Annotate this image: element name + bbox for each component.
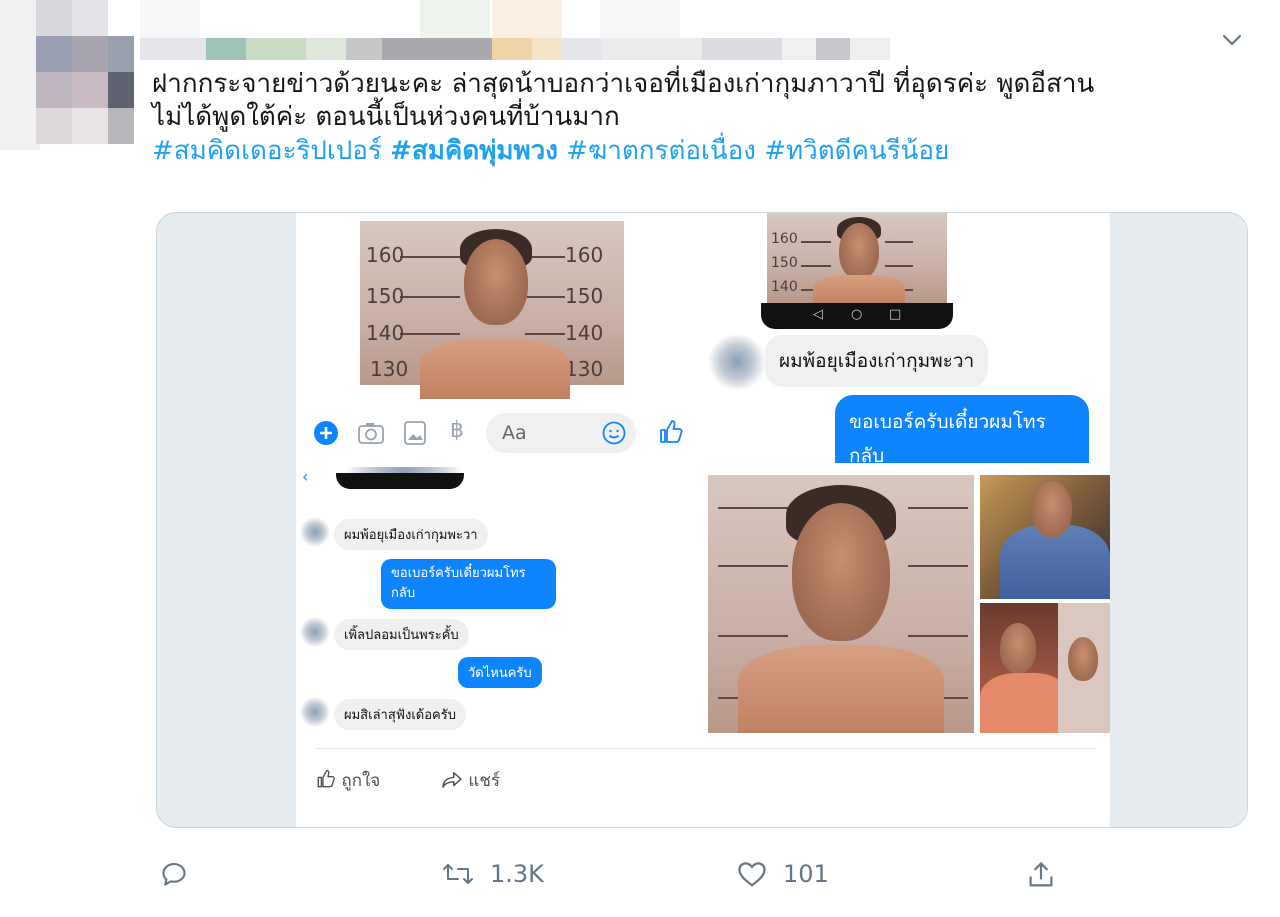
message-input[interactable]: Aa bbox=[486, 413, 636, 453]
phone-nav-bar: ◁ ○ □ bbox=[761, 303, 953, 329]
tweet-text: ฝากกระจายข่าวด้วยนะคะ ล่าสุดน้าบอกว่าเจอ… bbox=[152, 68, 1252, 168]
height-scale-label: 160 bbox=[366, 243, 405, 267]
facebook-like-button[interactable]: ถูกใจ bbox=[316, 767, 380, 794]
mugshot-photo: 160 150 140 130 160 150 140 130 bbox=[360, 221, 624, 399]
reply-button[interactable] bbox=[160, 860, 204, 888]
panel-chat-log: ‹ ผมพ้อยุเมืองเก่ากุมพะวา ขอเบอร์ครับเดี… bbox=[296, 467, 704, 733]
large-mugshot-photo bbox=[708, 475, 974, 733]
thumbs-up-icon[interactable] bbox=[658, 419, 684, 445]
phone-mugshot-photo: 160 150 140 bbox=[767, 213, 947, 305]
like-count: 101 bbox=[783, 860, 829, 888]
chat-message: ขอเบอร์ครับเดี๋ยวผมโทร กลับ bbox=[381, 559, 556, 609]
chat-message: ผมพ้อยุเมืองเก่ากุมพะวา bbox=[334, 519, 488, 550]
panel-large-mugshot bbox=[708, 475, 974, 733]
chat-message: ผมสิเล่าสุฟังเด้อครับ bbox=[334, 699, 466, 730]
image-icon[interactable] bbox=[404, 421, 426, 445]
share-upload-icon bbox=[1029, 862, 1053, 887]
like-button[interactable]: 101 bbox=[737, 860, 829, 888]
height-scale-label: 140 bbox=[366, 321, 405, 345]
camera-icon[interactable] bbox=[358, 422, 384, 444]
hashtag-list: #สมคิดเดอะริปเปอร์ #สมคิดพุ่มพวง #ฆาตกรต… bbox=[152, 135, 1252, 168]
messenger-composer: ฿ Aa bbox=[296, 403, 701, 463]
baht-payment-icon[interactable]: ฿ bbox=[450, 418, 464, 443]
plus-icon[interactable] bbox=[314, 421, 338, 445]
chat-message-incoming: ผมพ้อยุเมืองเก่ากุมพะวา bbox=[765, 335, 989, 387]
panel-chat-phone: 160 150 140 ◁ ○ □ ผมพ้อยุเมืองเก่ากุมพะว… bbox=[705, 213, 1110, 463]
height-scale-label: 130 bbox=[565, 357, 604, 381]
height-scale-label: 150 bbox=[366, 284, 405, 308]
tweet-text-line-1: ฝากกระจายข่าวด้วยนะคะ ล่าสุดน้าบอกว่าเจอ… bbox=[152, 69, 1095, 99]
facebook-share-label: แชร์ bbox=[468, 771, 501, 791]
height-scale-label: 160 bbox=[565, 243, 604, 267]
retweet-count: 1.3K bbox=[490, 860, 544, 888]
chat-message: วัดไหนครับ bbox=[458, 657, 542, 688]
image-collage: 160 150 140 130 160 150 140 130 ฿ Aa 160… bbox=[296, 213, 1110, 827]
avatar bbox=[707, 335, 767, 389]
facebook-action-bar: ถูกใจ แชร์ bbox=[316, 748, 1096, 809]
retweet-button[interactable]: 1.3K bbox=[442, 860, 544, 888]
news-photo-escort bbox=[980, 603, 1110, 733]
chat-message: เพิ้ลปลอมเป็นพระคั้บ bbox=[334, 619, 469, 650]
news-photo-arrest bbox=[980, 475, 1110, 599]
share-button[interactable] bbox=[1027, 860, 1071, 890]
tweet-media-image[interactable]: 160 150 140 130 160 150 140 130 ฿ Aa 160… bbox=[156, 212, 1248, 828]
share-arrow-icon bbox=[442, 772, 462, 788]
height-scale-label: 130 bbox=[370, 357, 409, 381]
height-scale-label: 140 bbox=[565, 321, 604, 345]
avatar bbox=[300, 697, 330, 727]
hashtag-link[interactable]: #สมคิดเดอะริปเปอร์ bbox=[152, 136, 382, 166]
reply-icon bbox=[162, 863, 186, 886]
avatar bbox=[300, 617, 330, 647]
tweet-action-bar: 1.3K 101 bbox=[152, 860, 1252, 900]
panel-mugshot-messenger: 160 150 140 130 160 150 140 130 ฿ Aa bbox=[296, 213, 701, 463]
message-input-placeholder: Aa bbox=[502, 422, 527, 444]
facebook-share-button[interactable]: แชร์ bbox=[441, 767, 500, 794]
chevron-down-icon[interactable] bbox=[1216, 24, 1248, 56]
chat-message-outgoing: ขอเบอร์ครับเดี๋ยวผมโทร กลับ bbox=[835, 395, 1089, 463]
back-arrow-icon: ‹ bbox=[302, 467, 309, 486]
thumbs-up-icon bbox=[317, 769, 335, 788]
avatar bbox=[300, 517, 330, 547]
facebook-like-label: ถูกใจ bbox=[341, 771, 381, 791]
emoji-icon[interactable] bbox=[602, 421, 626, 445]
hashtag-link[interactable]: #สมคิดพุ่มพวง bbox=[390, 136, 558, 166]
hashtag-link[interactable]: #ทวิตดีคนรีน้อย bbox=[764, 136, 949, 166]
phone-nav-bar bbox=[336, 473, 464, 489]
height-scale-label: 150 bbox=[565, 284, 604, 308]
heart-icon bbox=[738, 862, 766, 887]
tweet-text-line-2: ไม่ได้พูดใต้ค่ะ ตอนนี้เป็นห่วงคนที่บ้านม… bbox=[152, 102, 620, 132]
height-scale-label: 150 bbox=[771, 255, 798, 271]
retweet-icon bbox=[443, 864, 473, 884]
height-scale-label: 160 bbox=[771, 231, 798, 247]
height-scale-label: 140 bbox=[771, 279, 798, 295]
hashtag-link[interactable]: #ฆาตกรต่อเนื่อง bbox=[566, 136, 756, 166]
